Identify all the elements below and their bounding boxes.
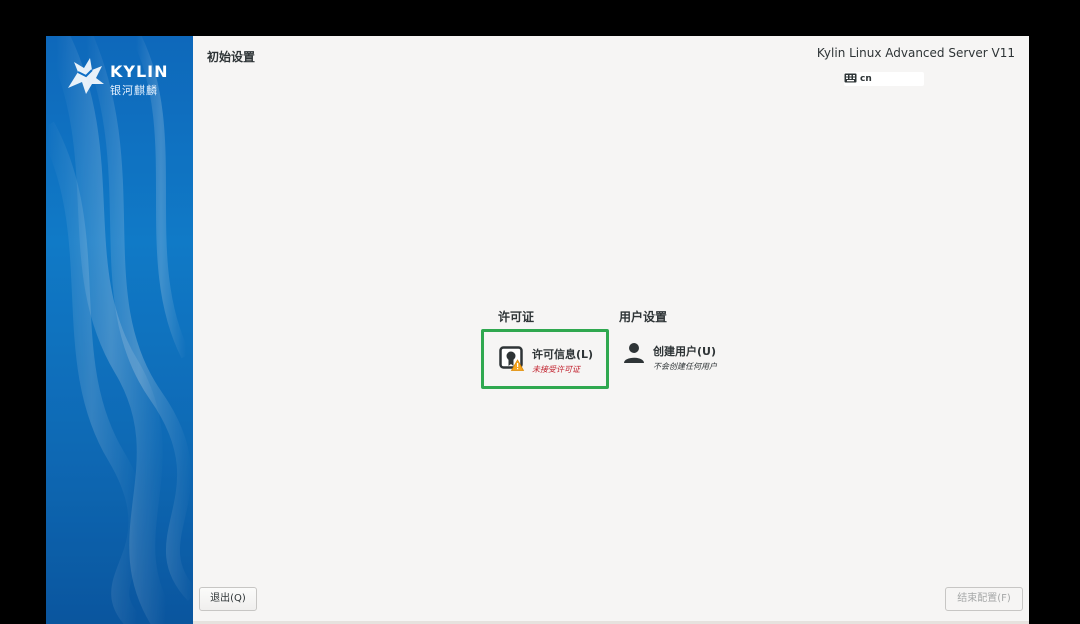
license-info-spoke[interactable]: 许可信息(L) 未接受许可证 [481, 329, 609, 389]
create-user-label: 创建用户(U) [653, 345, 716, 358]
keyboard-icon [844, 73, 857, 83]
license-warning-icon [499, 346, 525, 371]
category-license-title: 许可证 [498, 310, 535, 324]
create-user-status-text: 不会创建任何用户 [653, 362, 717, 371]
product-name: Kylin Linux Advanced Server V11 [816, 46, 1015, 60]
category-user-settings-title: 用户设置 [619, 310, 668, 324]
finish-configuration-button[interactable]: 结束配置(F) [945, 587, 1023, 611]
quit-button[interactable]: 退出(Q) [199, 587, 257, 611]
keyboard-layout-indicator[interactable]: cn [844, 72, 924, 86]
main-panel: 初始设置 Kylin Linux Advanced Server V11 cn … [193, 36, 1029, 624]
license-status-text: 未接受许可证 [532, 365, 580, 374]
sidebar: KYLIN 银河麒麟 [46, 36, 193, 624]
kylin-logo: KYLIN 银河麒麟 [64, 54, 179, 100]
license-info-label: 许可信息(L) [532, 348, 594, 361]
initial-setup-window: KYLIN 银河麒麟 初始设置 Kylin Linux Advanced Ser… [46, 36, 1029, 624]
create-user-spoke[interactable]: 创建用户(U) 不会创建任何用户 [623, 332, 743, 382]
kylin-emblem-icon [68, 58, 104, 94]
user-icon [624, 343, 644, 363]
page-title: 初始设置 [207, 50, 256, 64]
logo-text-cjk: 银河麒麟 [110, 84, 158, 97]
keyboard-layout-label: cn [860, 74, 872, 84]
sidebar-wave-decoration [46, 36, 193, 624]
logo-text-latin: KYLIN [110, 62, 169, 81]
